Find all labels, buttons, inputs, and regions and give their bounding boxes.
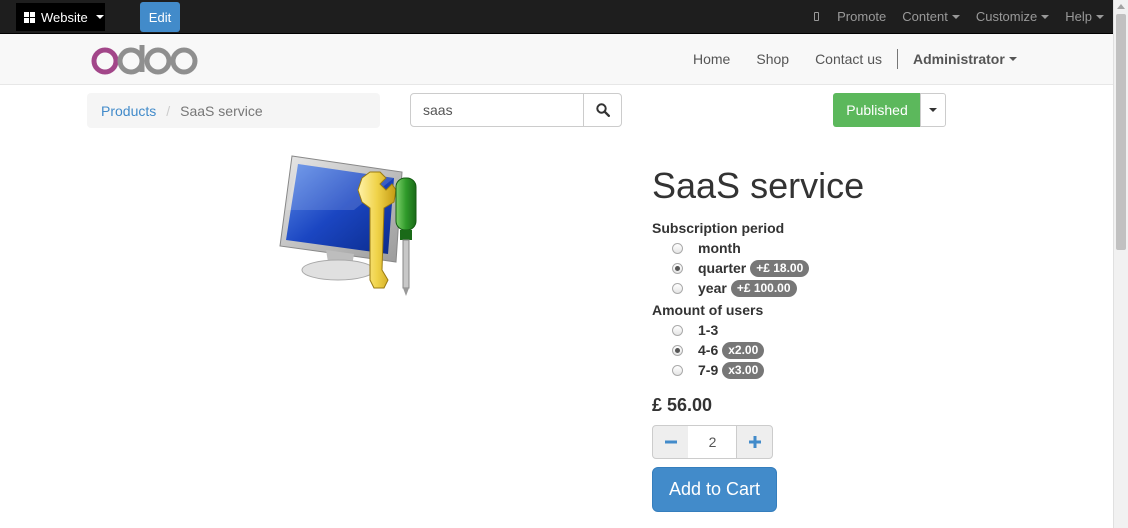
attribute-title-subscription: Subscription period [652, 220, 785, 236]
published-dropdown-toggle[interactable] [920, 93, 946, 127]
nav-links: Home Shop Contact us Administrator [680, 34, 1030, 84]
option-users-4-6[interactable]: 4-6 x2.00 [672, 340, 765, 360]
option-label: year [698, 280, 727, 296]
option-label: 7-9 [698, 362, 719, 378]
user-name: Administrator [913, 51, 1005, 67]
price-multiplier-badge: x2.00 [722, 341, 765, 359]
radio-quarter[interactable] [672, 262, 683, 274]
odoo-logo[interactable] [90, 43, 198, 75]
website-menu-button[interactable]: Website [16, 3, 105, 31]
page-scrollbar[interactable] [1113, 0, 1128, 528]
promote-label: Promote [837, 9, 887, 24]
mobile-preview-icon[interactable] [814, 12, 820, 21]
radio-year[interactable] [672, 282, 683, 294]
price-extra-badge: +£ 100.00 [730, 279, 797, 297]
breadcrumb-products-link[interactable]: Products [101, 103, 156, 119]
radio-users-4-6[interactable] [672, 344, 683, 356]
option-label: quarter [698, 260, 747, 276]
apps-grid-icon [24, 11, 35, 23]
price-multiplier-badge: x3.00 [722, 361, 765, 379]
user-menu[interactable]: Administrator [900, 51, 1030, 67]
quantity-increase-button[interactable] [736, 425, 773, 459]
customize-label: Customize [975, 9, 1038, 24]
caret-down-icon [1096, 14, 1104, 19]
search-icon [595, 103, 610, 117]
add-to-cart-button[interactable]: Add to Cart [652, 467, 777, 512]
search-input[interactable] [410, 93, 584, 127]
nav-contact-us[interactable]: Contact us [802, 51, 895, 67]
option-year[interactable]: year +£ 100.00 [672, 278, 797, 298]
nav-divider [897, 49, 898, 69]
caret-down-icon [95, 15, 104, 19]
caret-down-icon [929, 108, 937, 112]
product-price: £ 56.00 [652, 395, 713, 415]
help-menu[interactable]: Help [1065, 9, 1104, 24]
option-label: 1-3 [698, 322, 719, 338]
radio-users-7-9[interactable] [672, 364, 683, 376]
quantity-input[interactable] [688, 425, 737, 459]
option-label: 4-6 [698, 342, 719, 358]
main-navbar: Home Shop Contact us Administrator [0, 34, 1113, 85]
content-menu[interactable]: Content [902, 9, 960, 24]
customize-menu[interactable]: Customize [975, 9, 1050, 24]
promote-menu[interactable]: Promote [814, 9, 886, 24]
scroll-up-arrow-icon[interactable] [1117, 4, 1125, 9]
admin-topbar: Website Edit Promote Content Customize H… [0, 0, 1113, 34]
product-title: SaaS service [652, 165, 865, 206]
option-month[interactable]: month [672, 238, 741, 258]
topbar-menu: Promote Content Customize Help [798, 0, 1113, 33]
option-users-1-3[interactable]: 1-3 [672, 320, 718, 340]
option-quarter[interactable]: quarter +£ 18.00 [672, 258, 810, 278]
caret-down-icon [951, 14, 960, 19]
price-extra-badge: +£ 18.00 [750, 259, 810, 277]
edit-button[interactable]: Edit [140, 2, 180, 32]
product-image [279, 155, 417, 296]
nav-home[interactable]: Home [680, 51, 743, 67]
website-menu-label: Website [41, 9, 88, 25]
content-label: Content [902, 9, 948, 24]
breadcrumb: Products / SaaS service [87, 93, 380, 128]
search-button[interactable] [583, 93, 622, 127]
option-users-7-9[interactable]: 7-9 x3.00 [672, 360, 765, 380]
published-button[interactable]: Published [833, 93, 921, 127]
breadcrumb-current: SaaS service [180, 102, 263, 119]
attribute-title-users: Amount of users [652, 302, 764, 318]
nav-shop[interactable]: Shop [743, 51, 802, 67]
caret-down-icon [1008, 57, 1017, 61]
plus-icon [748, 436, 761, 448]
scrollbar-thumb[interactable] [1116, 14, 1126, 250]
option-label: month [698, 240, 741, 256]
radio-month[interactable] [672, 242, 683, 254]
minus-icon [664, 440, 677, 444]
radio-users-1-3[interactable] [672, 324, 683, 336]
breadcrumb-separator: / [166, 102, 171, 119]
caret-down-icon [1041, 14, 1050, 19]
help-label: Help [1065, 9, 1092, 24]
quantity-decrease-button[interactable] [652, 425, 689, 459]
